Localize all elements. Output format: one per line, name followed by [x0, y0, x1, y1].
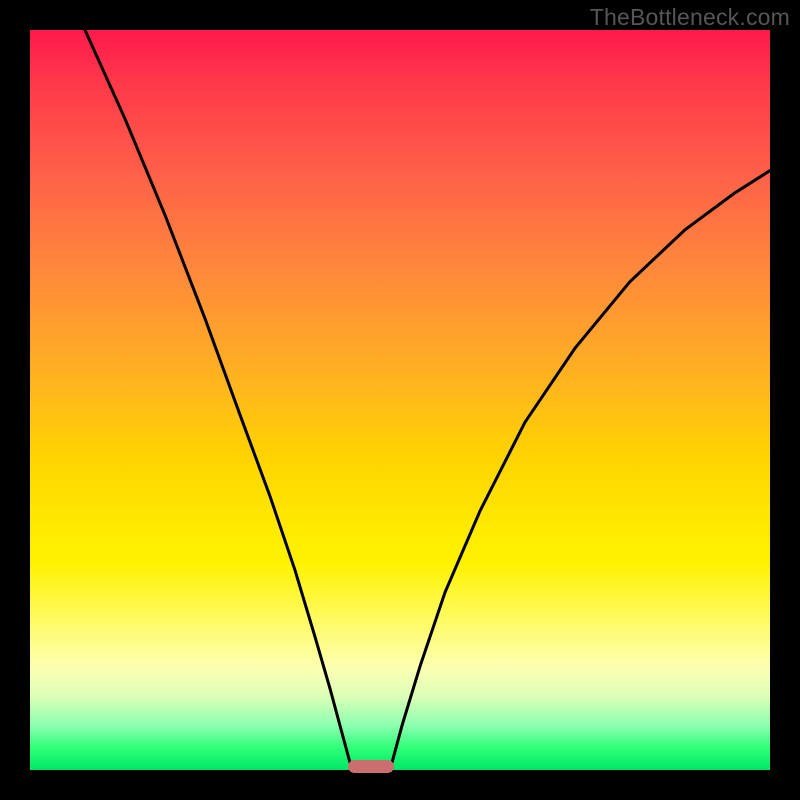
outer-frame: TheBottleneck.com [0, 0, 800, 800]
curve-layer [30, 30, 770, 770]
bottleneck-marker [348, 760, 394, 773]
watermark-text: TheBottleneck.com [590, 4, 790, 31]
plot-area [30, 30, 770, 770]
left-curve-path [85, 30, 350, 763]
right-curve-path [392, 171, 770, 763]
